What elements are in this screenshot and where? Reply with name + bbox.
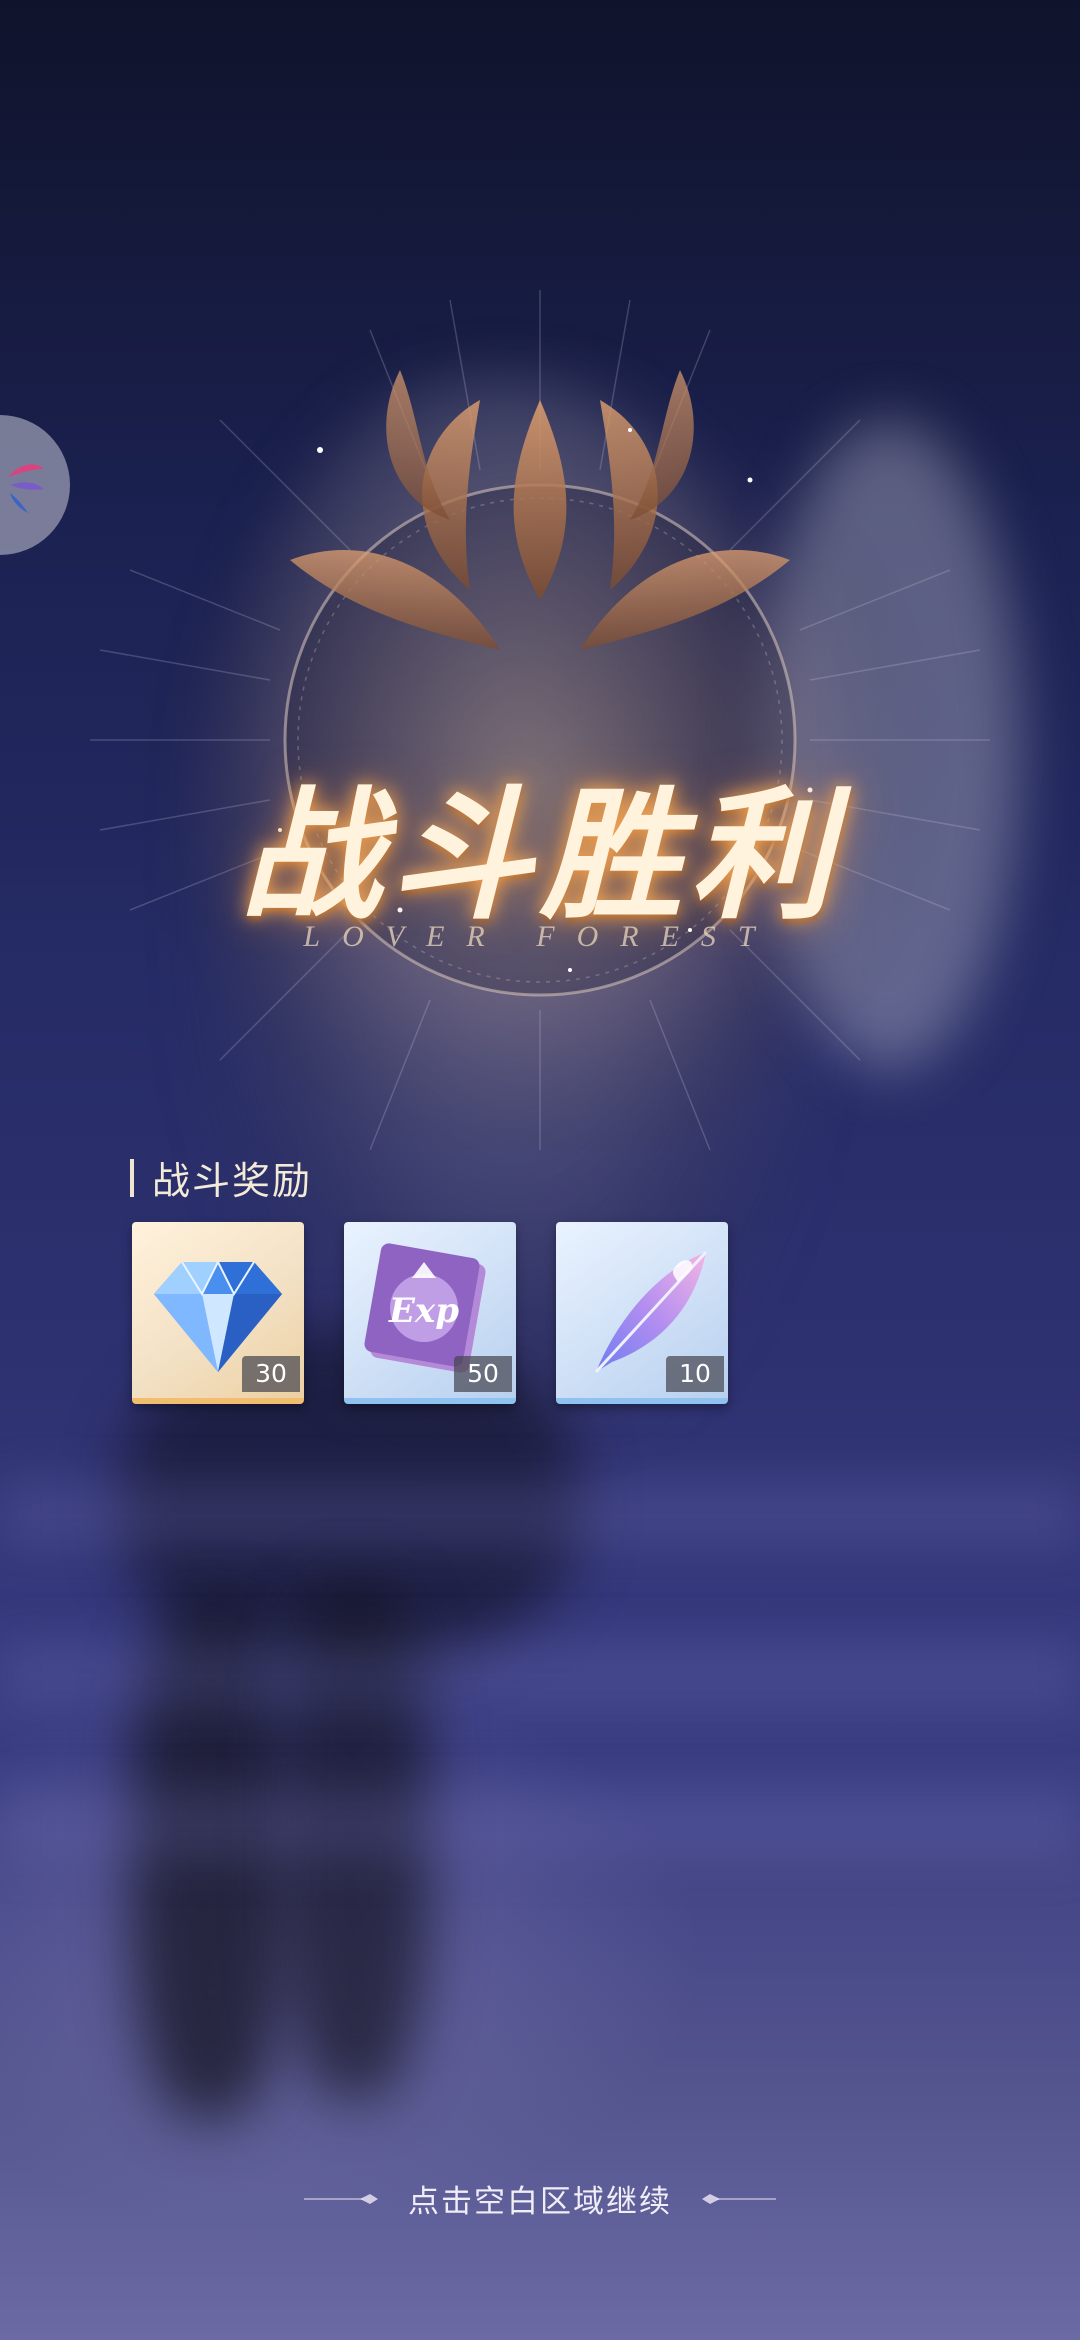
reward-item-feather[interactable]: 10 — [556, 1222, 728, 1404]
reward-item-diamond[interactable]: 30 — [132, 1222, 304, 1404]
pinwheel-icon — [8, 464, 44, 513]
reward-quantity: 10 — [666, 1356, 724, 1392]
reward-item-exp-book[interactable]: Exp 50 — [344, 1222, 516, 1404]
continue-hint[interactable]: 点击空白区域继续 — [0, 2176, 1080, 2221]
victory-title: 战斗胜利 — [240, 773, 840, 939]
section-marker-bar — [130, 1158, 134, 1197]
reward-list: 30 Exp 50 10 — [132, 1222, 768, 1404]
victory-emblem — [90, 290, 990, 1150]
left-ornament-icon — [304, 2193, 378, 2204]
reward-quantity: 30 — [242, 1356, 300, 1392]
reward-quantity: 50 — [454, 1356, 512, 1392]
background-stripe — [0, 1480, 1080, 1550]
right-ornament-icon — [702, 2193, 776, 2204]
svg-text:Exp: Exp — [388, 1291, 459, 1331]
background-stripe — [0, 1790, 1080, 1860]
floating-menu-button[interactable] — [0, 415, 70, 555]
background-stripe — [0, 1640, 1080, 1710]
reward-section-header: 战斗奖励 — [130, 1150, 312, 1205]
continue-hint-text: 点击空白区域继续 — [408, 2184, 672, 2220]
victory-subtitle: LOVER FOREST — [303, 920, 777, 953]
battle-result-screen[interactable]: 战斗胜利 LOVER FOREST 战斗奖励 30 Exp 50 10 点击空白… — [0, 0, 1080, 2340]
reward-section-title: 战斗奖励 — [152, 1159, 313, 1203]
